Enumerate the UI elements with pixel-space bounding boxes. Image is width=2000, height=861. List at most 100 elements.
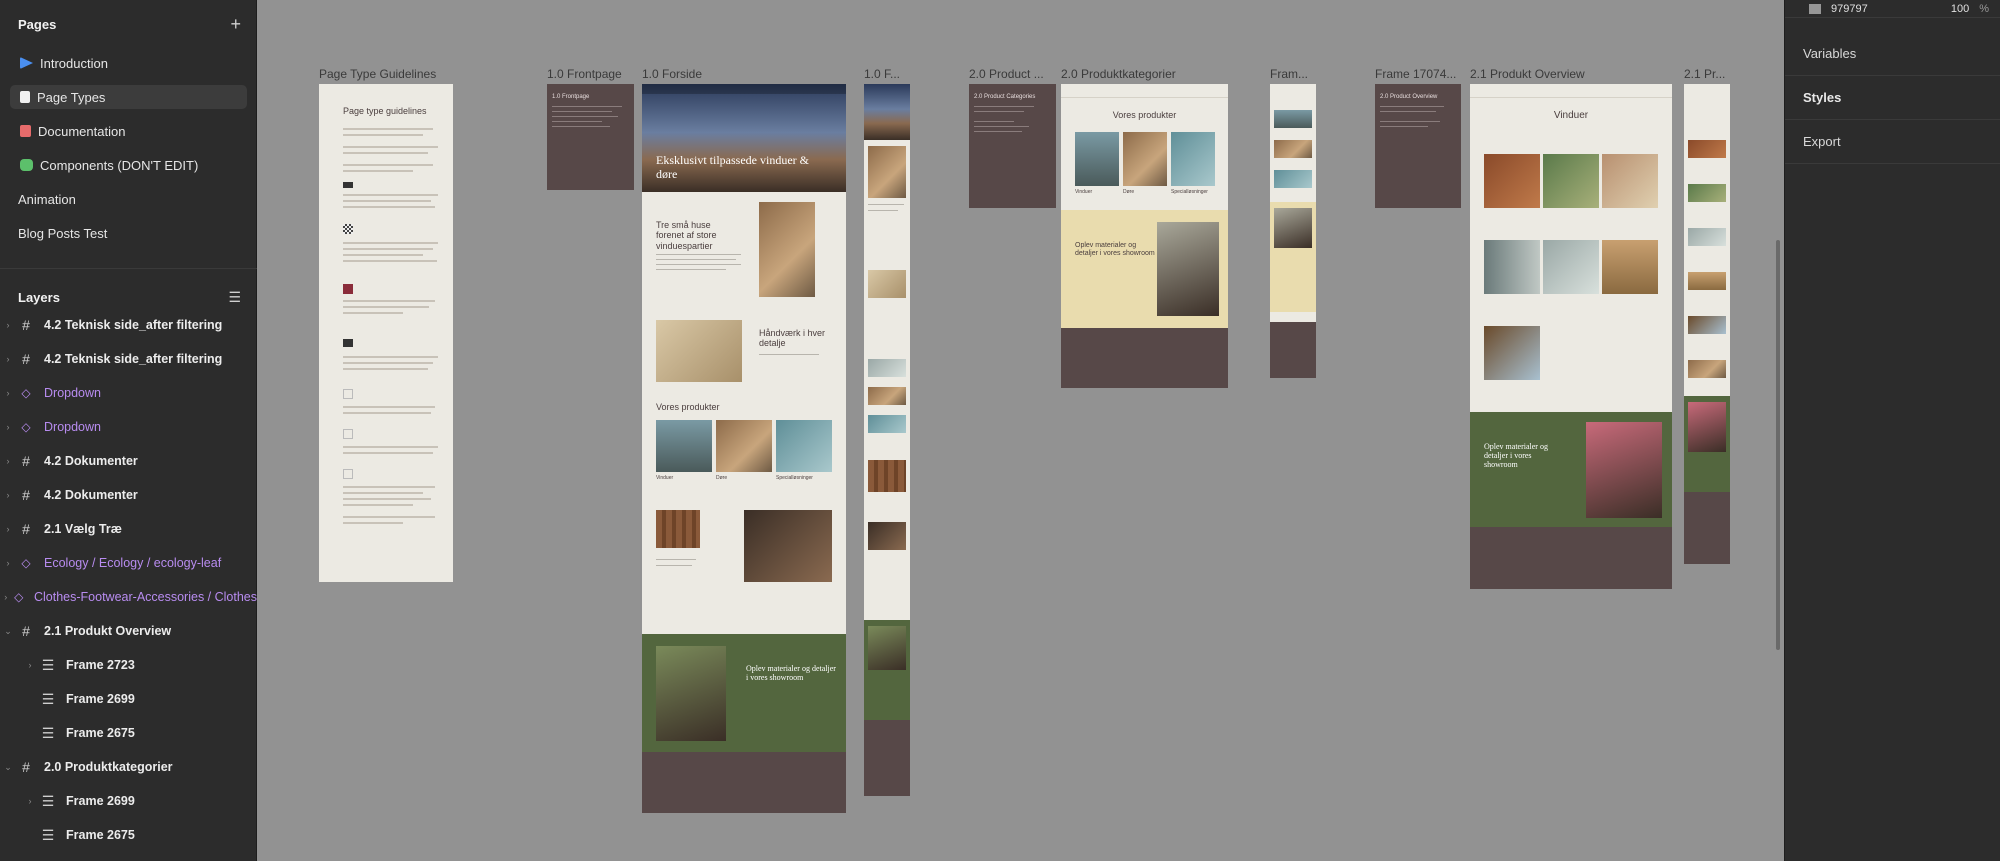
layer-row[interactable]: ⌄ # 2.0 Produktkategorier bbox=[0, 750, 257, 784]
canvas-scrollbar[interactable] bbox=[1776, 240, 1780, 650]
frame-label[interactable]: 2.0 Product ... bbox=[969, 67, 1057, 81]
craft-image bbox=[656, 320, 742, 382]
frame-label[interactable]: 1.0 F... bbox=[864, 67, 912, 81]
variables-section[interactable]: Variables bbox=[1785, 32, 2000, 76]
chevron-right-icon[interactable]: › bbox=[0, 524, 16, 534]
text-placeholder bbox=[343, 146, 438, 148]
frame-overview-mobile[interactable] bbox=[1684, 84, 1730, 564]
chevron-right-icon[interactable]: › bbox=[22, 796, 38, 806]
frame-label[interactable]: 1.0 Frontpage bbox=[547, 67, 637, 81]
page-label: Components (DON'T EDIT) bbox=[40, 157, 199, 173]
layer-row[interactable]: › # 4.2 Dokumenter bbox=[0, 444, 257, 478]
frame-forside-mobile[interactable] bbox=[864, 84, 910, 796]
nav-bar bbox=[1470, 84, 1672, 98]
text-placeholder bbox=[343, 368, 428, 370]
page-label: Blog Posts Test bbox=[18, 225, 108, 241]
frame-forside[interactable]: Eksklusivt tilpassede vinduer & døre Tre… bbox=[642, 84, 846, 813]
fill-row[interactable]: 979797 100 % bbox=[1785, 0, 2000, 18]
page-item-documentation[interactable]: Documentation bbox=[10, 119, 247, 143]
fill-hex[interactable]: 979797 bbox=[1831, 3, 1868, 15]
layer-row[interactable]: › # 4.2 Teknisk side_after filtering bbox=[0, 342, 257, 376]
chevron-right-icon[interactable]: › bbox=[22, 660, 38, 670]
chevron-right-icon[interactable]: › bbox=[0, 558, 16, 568]
frame-produktkategorier[interactable]: Vores produkter Vinduer Døre Specialløsn… bbox=[1061, 84, 1228, 388]
layer-label: Dropdown bbox=[44, 386, 101, 400]
puzzle-icon bbox=[20, 159, 33, 171]
page-label: Introduction bbox=[40, 55, 108, 71]
frame-product-note[interactable]: 2.0 Product Categories bbox=[969, 84, 1056, 208]
layer-row[interactable]: ⌄ # 2.1 Produkt Overview bbox=[0, 614, 257, 648]
layer-row[interactable]: › ◇ Dropdown bbox=[0, 376, 257, 410]
layer-row[interactable]: › ☰ Frame 2699 bbox=[0, 784, 257, 818]
chevron-right-icon[interactable]: › bbox=[0, 354, 16, 364]
frame-page-type-guidelines[interactable]: Page type guidelines bbox=[319, 84, 453, 582]
page-item-components[interactable]: Components (DON'T EDIT) bbox=[10, 153, 247, 177]
layer-row[interactable]: › ◇ Ecology / Ecology / ecology-leaf bbox=[0, 546, 257, 580]
page-item-blog-posts-test[interactable]: Blog Posts Test bbox=[10, 221, 247, 245]
frame-label[interactable]: 2.1 Pr... bbox=[1684, 67, 1730, 81]
chevron-right-icon[interactable]: › bbox=[0, 388, 16, 398]
mobile-image bbox=[868, 270, 906, 298]
frame-label[interactable]: Fram... bbox=[1270, 67, 1316, 81]
note-title: 2.0 Product Overview bbox=[1380, 94, 1438, 100]
frame-label[interactable]: 2.1 Produkt Overview bbox=[1470, 67, 1630, 81]
layer-row[interactable]: › ☰ Frame 2675 bbox=[0, 716, 257, 750]
fill-swatch[interactable] bbox=[1809, 3, 1821, 14]
text-placeholder bbox=[343, 446, 438, 448]
mobile-image bbox=[868, 359, 906, 377]
chevron-down-icon[interactable]: ⌄ bbox=[0, 626, 16, 637]
frame-label[interactable]: Page Type Guidelines bbox=[319, 67, 469, 81]
page-item-introduction[interactable]: Introduction bbox=[10, 51, 247, 75]
pages-section-header: Pages + bbox=[0, 1, 257, 47]
fill-opacity[interactable]: 100 bbox=[1951, 3, 1969, 15]
text-placeholder bbox=[343, 498, 431, 500]
layer-row[interactable]: › # 2.1 Vælg Træ bbox=[0, 512, 257, 546]
frame-icon: # bbox=[22, 453, 30, 469]
workshop-image bbox=[744, 510, 832, 582]
frame-produkt-overview[interactable]: Vinduer Oplev materialer og detaljer i v… bbox=[1470, 84, 1672, 589]
showroom-heading: Oplev materialer og detaljer i vores sho… bbox=[746, 664, 836, 683]
chevron-right-icon[interactable]: › bbox=[0, 320, 16, 330]
export-section[interactable]: Export bbox=[1785, 120, 2000, 164]
text-placeholder bbox=[343, 356, 438, 358]
frame-label[interactable]: 2.0 Produktkategorier bbox=[1061, 67, 1221, 81]
text-placeholder bbox=[868, 210, 898, 211]
product-image bbox=[1484, 154, 1540, 208]
chevron-right-icon[interactable]: › bbox=[0, 490, 16, 500]
text-placeholder bbox=[974, 111, 1024, 112]
text-placeholder bbox=[1380, 111, 1436, 112]
note-title: 1.0 Frontpage bbox=[552, 94, 590, 100]
frame-categories-mobile[interactable] bbox=[1270, 84, 1316, 378]
layer-row[interactable]: › ☰ Frame 2699 bbox=[0, 682, 257, 716]
frame-label[interactable]: 1.0 Forside bbox=[642, 67, 732, 81]
frame-icon: # bbox=[22, 759, 30, 775]
layers-filter-icon[interactable]: ☰ bbox=[228, 289, 241, 306]
frame-overview-note[interactable]: 2.0 Product Overview bbox=[1375, 84, 1461, 208]
component-icon: ◇ bbox=[21, 420, 31, 434]
chevron-right-icon[interactable]: › bbox=[0, 456, 16, 466]
frame-frontpage-note[interactable]: 1.0 Frontpage bbox=[547, 84, 634, 190]
chevron-right-icon[interactable]: › bbox=[0, 422, 16, 432]
layer-row[interactable]: › ◇ Clothes-Footwear-Accessories / Cloth… bbox=[0, 580, 257, 614]
page-item-animation[interactable]: Animation bbox=[10, 187, 247, 211]
chevron-right-icon[interactable]: › bbox=[0, 592, 12, 602]
layer-row[interactable]: › # 4.2 Dokumenter bbox=[0, 478, 257, 512]
page-item-page-types[interactable]: Page Types bbox=[10, 85, 247, 109]
styles-section[interactable]: Styles bbox=[1785, 76, 2000, 120]
frame-icon: # bbox=[22, 317, 30, 333]
chevron-down-icon[interactable]: ⌄ bbox=[0, 762, 16, 773]
layer-row[interactable]: › ◇ Dropdown bbox=[0, 410, 257, 444]
layer-row[interactable]: › # 4.2 Teknisk side_after filtering bbox=[0, 308, 257, 342]
swatch bbox=[343, 284, 353, 294]
design-canvas[interactable]: Page Type Guidelines 1.0 Frontpage 1.0 F… bbox=[257, 0, 1784, 861]
frame-label[interactable]: Frame 17074... bbox=[1375, 67, 1461, 81]
auto-layout-icon: ☰ bbox=[41, 724, 55, 741]
text-placeholder bbox=[552, 106, 622, 107]
showroom-image bbox=[1157, 222, 1219, 316]
text-placeholder bbox=[343, 452, 433, 454]
layer-row[interactable]: › ☰ Frame 2723 bbox=[0, 648, 257, 682]
mobile-image bbox=[868, 626, 906, 670]
layer-row[interactable]: › ☰ Frame 2675 bbox=[0, 818, 257, 852]
add-page-icon[interactable]: + bbox=[230, 14, 241, 35]
layer-label: 4.2 Dokumenter bbox=[44, 454, 138, 468]
